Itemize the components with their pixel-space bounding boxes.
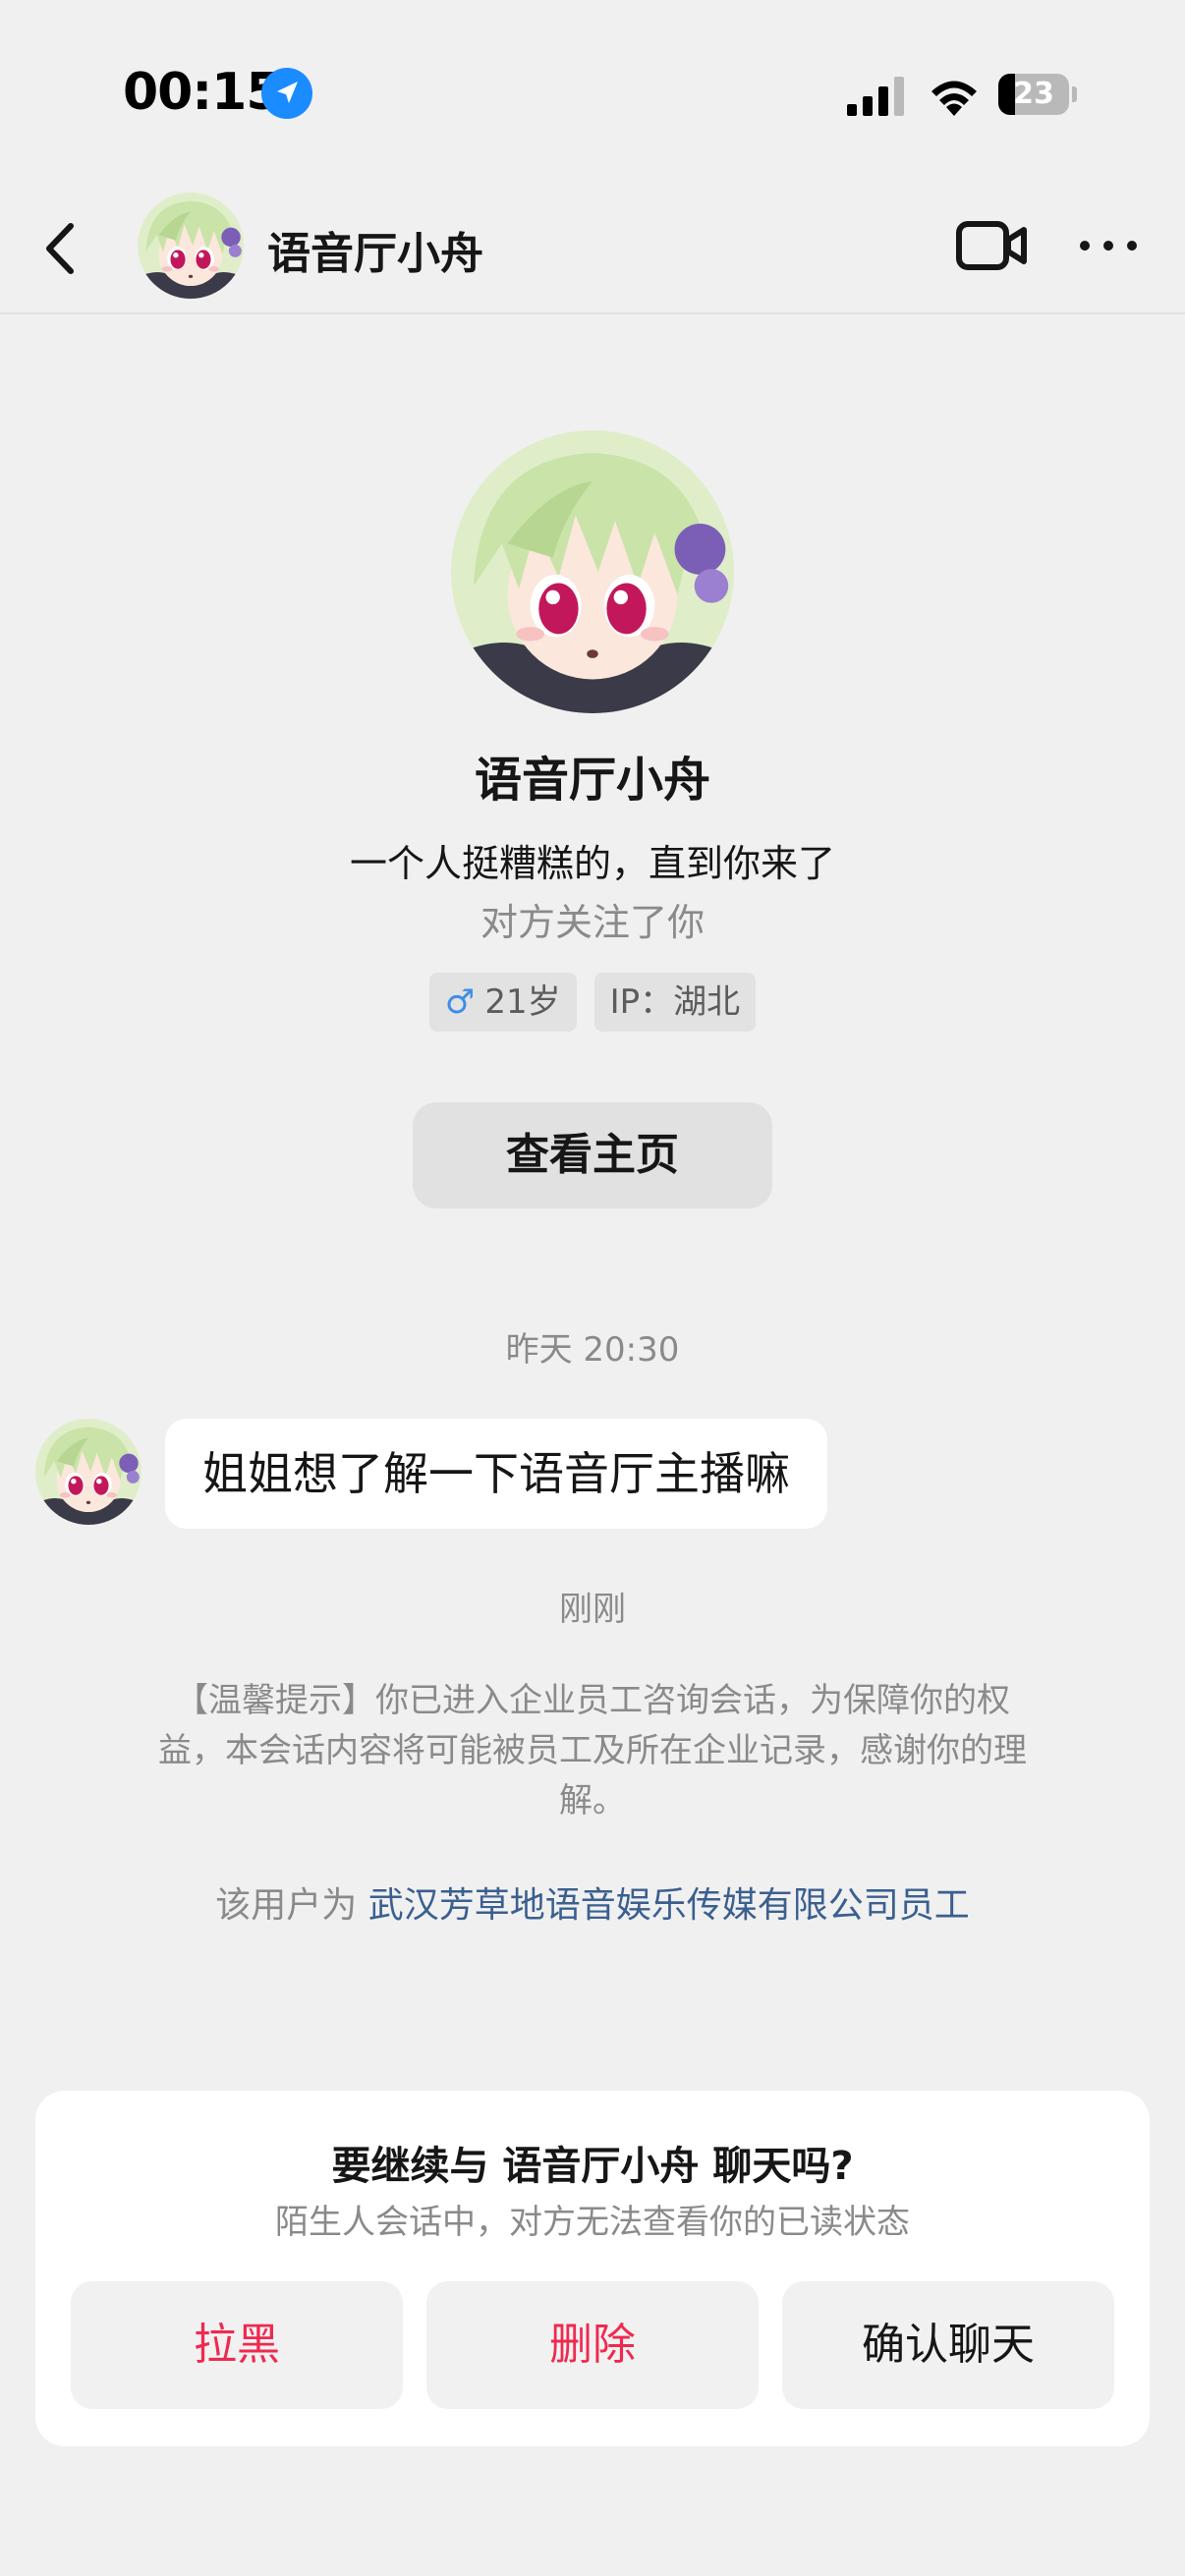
- more-icon[interactable]: [1077, 226, 1140, 265]
- ip-location-tag: IP：湖北: [593, 973, 757, 1032]
- male-icon: ♂: [444, 982, 476, 1022]
- battery-percent: 23: [1013, 77, 1054, 111]
- location-arrow-icon: [261, 68, 312, 119]
- prompt-title: 要继续与 语音厅小舟 聊天吗?: [331, 2144, 854, 2189]
- message-bubble[interactable]: 姐姐想了解一下语音厅主播嘛: [165, 1419, 827, 1529]
- employee-prefix: 该用户为: [215, 1885, 358, 1926]
- message-timestamp: 昨天 20:30: [505, 1330, 680, 1370]
- gender-age-tag: ♂ 21岁: [428, 973, 577, 1032]
- status-time: 00:15: [123, 63, 282, 122]
- chat-header: 语音厅小舟: [0, 187, 1185, 314]
- delete-button[interactable]: 删除: [426, 2281, 759, 2409]
- confirm-chat-button[interactable]: 确认聊天: [782, 2281, 1114, 2409]
- profile-bio: 一个人挺糟糕的，直到你来了: [349, 842, 835, 885]
- notice-timestamp: 刚刚: [559, 1590, 626, 1629]
- block-button[interactable]: 拉黑: [71, 2281, 403, 2409]
- video-call-icon[interactable]: [955, 216, 1030, 275]
- employee-info: 该用户为 武汉芳草地语音娱乐传媒有限公司员工: [0, 1876, 1185, 1928]
- profile-tags: ♂ 21岁 IP：湖北: [0, 973, 1185, 1032]
- profile-name: 语音厅小舟: [474, 753, 710, 808]
- chat-screen: 00:15 23 语音厅小舟 语音厅小舟 一个人挺糟糕的，直到你来了 对方关注了…: [0, 0, 1185, 2576]
- prompt-subtitle: 陌生人会话中，对方无法查看你的已读状态: [275, 2203, 910, 2242]
- follow-status: 对方关注了你: [480, 901, 705, 944]
- profile-avatar[interactable]: [451, 430, 734, 713]
- continue-chat-card: 要继续与 语音厅小舟 聊天吗? 陌生人会话中，对方无法查看你的已读状态 拉黑 删…: [35, 2091, 1150, 2446]
- view-homepage-button[interactable]: 查看主页: [413, 1102, 772, 1208]
- wifi-icon: [931, 81, 977, 116]
- age-label: 21岁: [484, 982, 561, 1022]
- back-icon[interactable]: [35, 216, 90, 281]
- privacy-notice: 【温馨提示】你已进入企业员工咨询会话，为保障你的权益，本会话内容将可能被员工及所…: [158, 1681, 1027, 1820]
- battery-icon: 23: [998, 74, 1077, 115]
- status-bar: 00:15 23: [0, 0, 1185, 187]
- signal-icon: [847, 77, 904, 116]
- header-title[interactable]: 语音厅小舟: [267, 218, 483, 281]
- company-link[interactable]: 武汉芳草地语音娱乐传媒有限公司员工: [368, 1885, 970, 1926]
- header-avatar[interactable]: [138, 193, 244, 299]
- sender-avatar[interactable]: [35, 1419, 141, 1525]
